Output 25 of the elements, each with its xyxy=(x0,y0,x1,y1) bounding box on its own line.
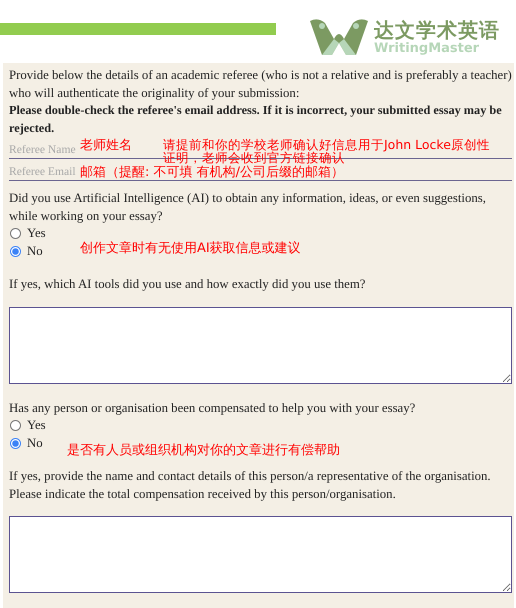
intro-text: Provide below the details of an academic referee (who is not a relative and is preferably a teacher) who will authenticate the originality of your submission: xyxy=(9,67,512,102)
annotation-text: 创作文章时有无使用AI获取信息或建议 xyxy=(80,241,301,256)
question-text: If yes, provide the name and contact details of this person/a representative of the organisation. Please indicate the total compensation received by this person/organisation. xyxy=(9,468,492,503)
option-label: Yes xyxy=(27,417,46,434)
answer-box[interactable] xyxy=(9,306,512,384)
annotation-text: 邮箱（提醒: 不可填 有机构/公司后缀的邮箱） xyxy=(80,165,344,180)
radio-button[interactable] xyxy=(10,246,21,257)
logo-icon xyxy=(308,17,370,57)
option-label: No xyxy=(27,434,43,452)
annotation-text: 是否有人员或组织机构对你的文章进行有偿帮助 xyxy=(67,443,340,458)
radio-button[interactable] xyxy=(10,438,21,449)
radio-button[interactable] xyxy=(10,228,21,240)
warning-text: Please double-check the referee's email address. If it is incorrect, your submitted essay may be rejected. xyxy=(9,102,503,137)
question-text: Did you use Artificial Intelligence (AI) to obtain any information, ideas, or even suggestions, while working on your essay? xyxy=(9,190,487,225)
option-label: No xyxy=(27,242,43,260)
question-text: Has any person or organisation been compensated to help you with your essay? xyxy=(9,400,416,417)
text-field[interactable]: Referee Email xyxy=(9,162,79,180)
radio-button[interactable] xyxy=(10,420,21,432)
text-field[interactable]: Referee Name xyxy=(9,140,79,158)
option-label: Yes xyxy=(27,225,46,242)
answer-box[interactable] xyxy=(9,516,512,593)
annotation-text: 老师姓名 xyxy=(80,138,132,153)
question-text: If yes, which AI tools did you use and how exactly did you use them? xyxy=(9,276,366,293)
logo-subtitle: WritingMaster xyxy=(374,42,480,54)
logo-title: 达文学术英语 xyxy=(374,20,500,40)
